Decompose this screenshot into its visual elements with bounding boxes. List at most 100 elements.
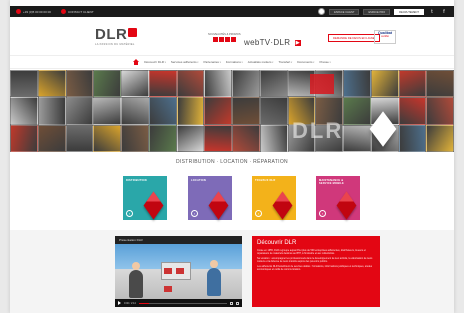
cube-icon xyxy=(272,191,293,220)
webtv-link[interactable]: webTV·DLR ▶ xyxy=(244,32,301,50)
volume-icon[interactable] xyxy=(230,301,233,305)
service-cards: DISTRIBUTION › LOCATION › TRAVAUX DLR › … xyxy=(10,176,454,221)
hero-photo-tile xyxy=(426,97,454,125)
contact-text: CONTACT CLIENT xyxy=(67,9,94,14)
top-bar-right: ESPACE CLIENT ESPACE PRO RECRUTEMENT t f xyxy=(318,8,448,15)
screen-illustration xyxy=(161,262,191,292)
hero-photo-tile xyxy=(148,124,177,152)
hero-photo-tile xyxy=(121,70,149,98)
nav-item-documents[interactable]: Documents xyxy=(297,60,314,64)
logo-word: DLR xyxy=(95,26,128,43)
hero-photo-tile xyxy=(259,97,288,125)
hero-photo-tile xyxy=(259,70,288,98)
card-label: LOCATION xyxy=(191,179,206,182)
card-label: DISTRIBUTION xyxy=(126,179,147,182)
discover-title: Découvrir DLR xyxy=(257,240,297,246)
hero-photo-tile xyxy=(232,70,260,98)
card-location[interactable]: LOCATION › xyxy=(188,176,232,220)
person-head xyxy=(210,260,218,268)
arrow-circle-icon[interactable]: › xyxy=(319,210,326,217)
arrow-circle-icon[interactable]: › xyxy=(255,210,262,217)
nav-item-formations[interactable]: Formations xyxy=(226,60,243,64)
cube-icon xyxy=(143,191,164,220)
card-distribution[interactable]: DISTRIBUTION › xyxy=(123,176,167,220)
hero-photo-tile xyxy=(176,70,205,98)
video-frame xyxy=(115,244,242,299)
promo-tiles xyxy=(208,37,241,42)
site-header: DLR LA PASSION DU MATÉRIEL NOUVEAUTÉS & … xyxy=(10,17,454,55)
promo-label: NOUVEAUTÉS & PROMOS xyxy=(208,33,241,36)
hero-photo-tile xyxy=(232,124,260,152)
hero-photo-tile xyxy=(65,70,94,98)
hero-photo-tile xyxy=(176,124,205,152)
nav-item-presse[interactable]: Presse xyxy=(319,60,330,64)
discover-paragraph: Sa vocation : accompagner les profession… xyxy=(257,257,373,264)
certification-badge: Qualibat certifié xyxy=(374,30,396,44)
section-title: DISTRIBUTION · LOCATION · RÉPARATION xyxy=(176,159,288,165)
hero-photo-tile xyxy=(426,124,454,152)
client-area-button[interactable]: ESPACE CLIENT xyxy=(329,8,360,15)
quote-request-button[interactable]: DEMANDE DE DEVIS EN LIGNE xyxy=(328,34,380,42)
twitter-icon[interactable]: t xyxy=(428,9,436,15)
hero-banner: DLR xyxy=(10,70,454,152)
card-label: MAINTENANCE & SERVICE MOBILE xyxy=(319,179,344,185)
webtv-label: webTV·DLR xyxy=(244,38,291,47)
facebook-icon[interactable]: f xyxy=(440,9,448,15)
logo-tagline: LA PASSION DU MATÉRIEL xyxy=(95,43,135,46)
hero-photo-tile xyxy=(10,97,38,125)
fullscreen-icon[interactable] xyxy=(236,301,239,305)
nav-item-partenaires[interactable]: Partenaires xyxy=(204,60,221,64)
hero-photo-tile xyxy=(259,124,288,152)
nav-item-decouvrir[interactable]: Découvrir DLR xyxy=(144,60,166,64)
person-head xyxy=(132,262,140,270)
pro-area-button[interactable]: ESPACE PRO xyxy=(363,8,391,15)
globe-icon[interactable] xyxy=(318,8,326,15)
phone-link[interactable]: +33 (0)5 00 00 00 00 xyxy=(16,9,51,14)
recruitment-button[interactable]: RECRUTEMENT xyxy=(394,8,424,15)
card-label: TRAVAUX DLR xyxy=(255,179,276,182)
hero-photo-tile xyxy=(426,70,454,98)
hero-photo-tile xyxy=(37,124,66,152)
arrow-circle-icon[interactable]: › xyxy=(191,210,198,217)
hero-photo-tile xyxy=(10,124,38,152)
hero-photo-tile xyxy=(148,97,177,125)
video-player[interactable]: Présentation DLR 0:00 / 2:14 xyxy=(115,236,242,307)
play-icon: ▶ xyxy=(294,40,301,46)
hero-photo-tile xyxy=(65,124,94,152)
hero-photo-tile xyxy=(398,70,427,98)
hero-photo-tile xyxy=(204,124,232,152)
hero-photo-tile xyxy=(176,97,205,125)
hero-photo-tile xyxy=(343,97,371,125)
hero-photo-tile xyxy=(370,70,399,98)
hero-photo-tile xyxy=(93,97,121,125)
phone-icon xyxy=(16,9,21,14)
hero-photo-tile xyxy=(93,124,121,152)
top-bar: +33 (0)5 00 00 00 00 CONTACT CLIENT ESPA… xyxy=(10,6,454,17)
badge-subtitle: certifié xyxy=(381,35,389,38)
home-icon[interactable] xyxy=(133,59,140,65)
hero-photo-tile xyxy=(121,124,149,152)
card-maintenance[interactable]: MAINTENANCE & SERVICE MOBILE › xyxy=(316,176,360,220)
dlr-logo[interactable]: DLR LA PASSION DU MATÉRIEL xyxy=(95,26,153,50)
arrow-circle-icon[interactable]: › xyxy=(126,210,133,217)
hero-red-accent xyxy=(310,74,334,94)
hero-photo-tile xyxy=(65,97,94,125)
nav-item-transfert[interactable]: Transfert xyxy=(278,60,292,64)
promo-link[interactable]: NOUVEAUTÉS & PROMOS xyxy=(208,33,241,42)
hero-photo-tile xyxy=(343,124,371,152)
hero-photo-tile xyxy=(148,70,177,98)
play-icon[interactable] xyxy=(118,301,121,305)
card-travaux[interactable]: TRAVAUX DLR › xyxy=(252,176,296,220)
nav-item-services[interactable]: Services adhérents xyxy=(171,60,199,64)
mail-icon xyxy=(60,9,66,14)
cube-icon xyxy=(208,191,229,220)
hero-photo-tile xyxy=(121,97,149,125)
video-progress[interactable] xyxy=(138,302,227,304)
video-title: Présentation DLR xyxy=(115,236,242,244)
hero-photo-tile xyxy=(398,124,427,152)
hero-photo-tile xyxy=(10,70,38,98)
contact-link[interactable]: CONTACT CLIENT xyxy=(60,9,94,14)
nav-item-actualites[interactable]: Actualités métiers xyxy=(248,60,274,64)
discover-section: Présentation DLR 0:00 / 2:14 Découvrir D… xyxy=(10,230,454,313)
hero-photo-tile xyxy=(93,70,121,98)
